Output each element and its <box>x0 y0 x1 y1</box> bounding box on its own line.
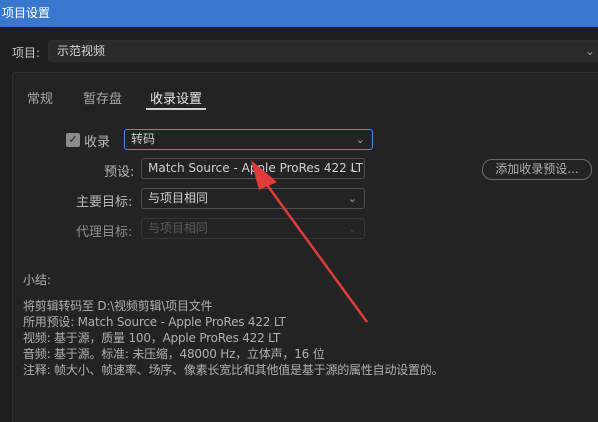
annotation-arrow-shaft <box>260 177 369 323</box>
annotation-arrow-head <box>251 160 277 190</box>
annotation-arrow <box>251 160 369 323</box>
